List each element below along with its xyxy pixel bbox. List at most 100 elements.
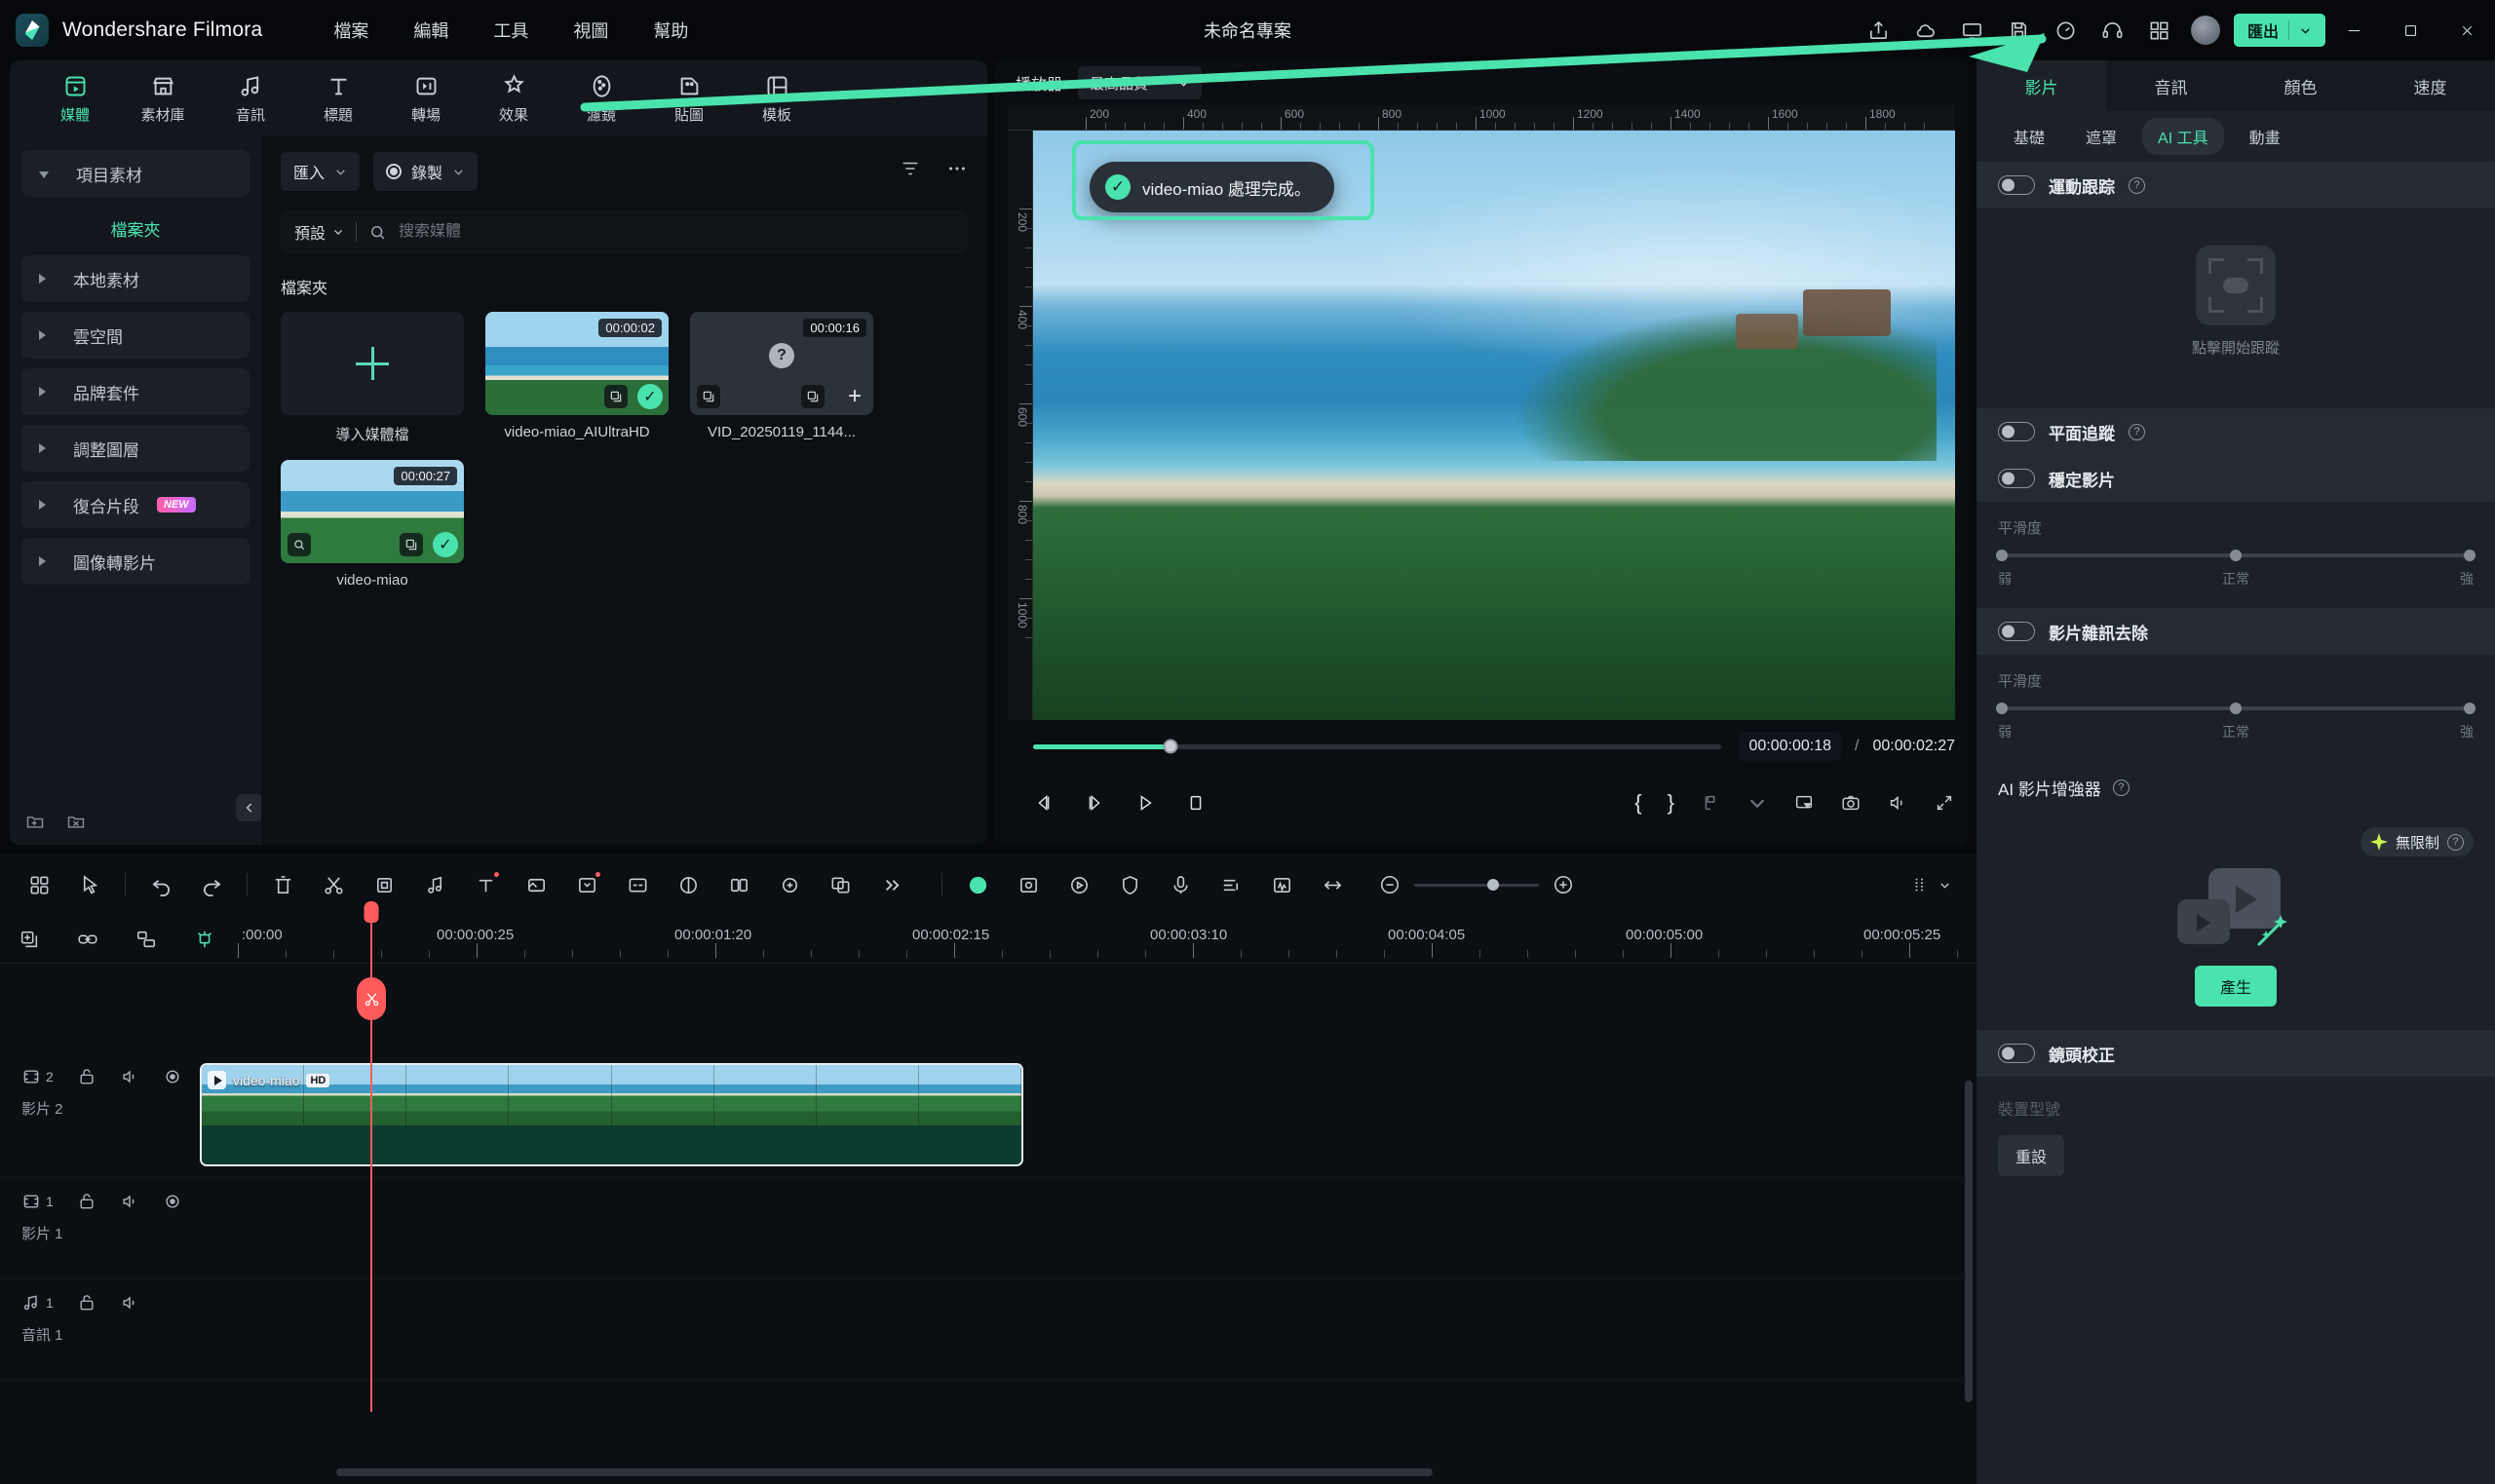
zoom-slider[interactable] bbox=[1414, 879, 1539, 891]
play-icon[interactable] bbox=[1134, 792, 1156, 814]
keyframe-icon[interactable] bbox=[561, 863, 612, 906]
track-body[interactable] bbox=[190, 1279, 1977, 1380]
media-thumbnail[interactable]: 00:00:27 ✓ bbox=[281, 460, 464, 563]
sidebar-item-project-media[interactable]: 項目素材 bbox=[21, 150, 250, 197]
snapshot-menu-icon[interactable] bbox=[1700, 792, 1721, 814]
undo-icon[interactable] bbox=[135, 863, 186, 906]
chevron-down-icon[interactable] bbox=[1746, 792, 1768, 814]
quality-dropdown[interactable]: 最高品質 bbox=[1078, 66, 1203, 99]
media-item[interactable]: 00:00:02 ✓ video-miao_AIUltraHD bbox=[485, 312, 669, 444]
mute-icon[interactable] bbox=[120, 1192, 139, 1211]
mix-icon[interactable] bbox=[764, 863, 815, 906]
mask-icon[interactable] bbox=[511, 863, 561, 906]
track-height-icon[interactable] bbox=[1911, 874, 1933, 895]
shield-icon[interactable] bbox=[1104, 863, 1155, 906]
stabilize-toggle[interactable] bbox=[1998, 469, 2035, 488]
timeline-vertical-scrollbar[interactable] bbox=[1965, 1081, 1973, 1402]
timeline-ruler[interactable]: :00:00 00:00:00:25 00:00:01:20 00:00:02:… bbox=[234, 915, 1977, 964]
chevron-down-icon[interactable] bbox=[1938, 879, 1951, 892]
sidebar-item-image-to-video[interactable]: 圖像轉影片 bbox=[21, 538, 250, 585]
more-icon[interactable] bbox=[865, 863, 916, 906]
timeline-clip[interactable]: video-miao HD bbox=[200, 1063, 1023, 1166]
add-to-timeline-icon[interactable]: + bbox=[842, 384, 867, 409]
playhead-handle[interactable] bbox=[364, 901, 379, 923]
record-icon[interactable] bbox=[952, 863, 1003, 906]
tab-video[interactable]: 影片 bbox=[1977, 60, 2106, 111]
mark-out-icon[interactable]: } bbox=[1668, 790, 1674, 816]
tab-sticker[interactable]: 貼圖 bbox=[645, 73, 733, 125]
group-icon[interactable] bbox=[117, 929, 175, 950]
volume-icon[interactable] bbox=[1887, 792, 1908, 814]
crop-icon[interactable] bbox=[359, 863, 409, 906]
export-button[interactable]: 匯出 bbox=[2233, 14, 2325, 47]
grid-icon[interactable] bbox=[2136, 9, 2183, 52]
subtab-basic[interactable]: 基礎 bbox=[1998, 118, 2060, 155]
cursor-icon[interactable] bbox=[64, 863, 115, 906]
marker-icon[interactable] bbox=[175, 929, 234, 950]
help-icon[interactable]: ? bbox=[2447, 833, 2464, 851]
tab-audio[interactable]: 音訊 bbox=[2106, 60, 2236, 111]
tab-effects[interactable]: 效果 bbox=[470, 73, 557, 125]
lock-icon[interactable] bbox=[77, 1293, 96, 1313]
copy-icon[interactable] bbox=[604, 385, 628, 408]
tab-filter[interactable]: 濾鏡 bbox=[557, 73, 645, 125]
tab-speed[interactable]: 速度 bbox=[2365, 60, 2495, 111]
track-body[interactable] bbox=[190, 1178, 1977, 1278]
subtab-ai-tools[interactable]: AI 工具 bbox=[2142, 118, 2224, 155]
reset-button[interactable]: 重設 bbox=[1998, 1135, 2065, 1176]
eye-icon[interactable] bbox=[163, 1192, 182, 1211]
tab-transition[interactable]: 轉場 bbox=[382, 73, 470, 125]
tab-stock[interactable]: 素材庫 bbox=[119, 73, 207, 125]
scrub-handle[interactable] bbox=[1163, 739, 1178, 754]
motion-tracking-toggle[interactable] bbox=[1998, 175, 2035, 195]
lens-correction-toggle[interactable] bbox=[1998, 1044, 2035, 1063]
smooth-slider[interactable] bbox=[1996, 703, 2476, 714]
generate-button[interactable]: 產生 bbox=[2194, 966, 2277, 1007]
mute-icon[interactable] bbox=[120, 1293, 139, 1313]
delete-icon[interactable] bbox=[257, 863, 308, 906]
menu-help[interactable]: 幫助 bbox=[631, 12, 710, 49]
audio-detach-icon[interactable] bbox=[409, 863, 460, 906]
speed-ramp-icon[interactable] bbox=[713, 863, 764, 906]
more-options-icon[interactable] bbox=[946, 158, 968, 179]
menu-file[interactable]: 檔案 bbox=[311, 12, 391, 49]
timeline-horizontal-scrollbar[interactable] bbox=[195, 1468, 1963, 1476]
media-thumbnail[interactable]: ? 00:00:16 + bbox=[690, 312, 873, 415]
help-icon[interactable]: ? bbox=[2129, 423, 2145, 440]
copy-icon[interactable] bbox=[697, 385, 720, 408]
save-icon[interactable] bbox=[1996, 9, 2043, 52]
text-icon[interactable] bbox=[460, 863, 511, 906]
screen-icon[interactable] bbox=[1949, 9, 1996, 52]
menu-edit[interactable]: 編輯 bbox=[391, 12, 471, 49]
mark-in-icon[interactable]: { bbox=[1634, 790, 1641, 816]
tab-media[interactable]: 媒體 bbox=[31, 73, 119, 125]
prev-frame-icon[interactable] bbox=[1033, 792, 1055, 814]
green-screen-icon[interactable] bbox=[1003, 863, 1054, 906]
motion-icon[interactable] bbox=[1054, 863, 1104, 906]
avatar[interactable] bbox=[2190, 16, 2220, 45]
list-icon[interactable] bbox=[1206, 863, 1256, 906]
sidebar-collapse-button[interactable] bbox=[236, 794, 263, 821]
stop-icon[interactable] bbox=[1185, 792, 1207, 814]
lock-icon[interactable] bbox=[77, 1067, 96, 1086]
tracking-placeholder[interactable]: 點擊開始跟蹤 bbox=[1998, 228, 2474, 387]
subtab-animation[interactable]: 動畫 bbox=[2234, 118, 2296, 155]
new-folder-icon[interactable] bbox=[25, 812, 45, 831]
help-icon[interactable]: ? bbox=[2112, 779, 2130, 796]
sort-filter-icon[interactable] bbox=[900, 158, 921, 179]
beat-icon[interactable] bbox=[1256, 863, 1307, 906]
smooth-slider[interactable] bbox=[1996, 550, 2476, 561]
preview-canvas[interactable]: ✓ video-miao 處理完成。 bbox=[1033, 131, 1955, 720]
tab-title[interactable]: 標題 bbox=[294, 73, 382, 125]
tab-template[interactable]: 模板 bbox=[733, 73, 821, 125]
auto-caption-icon[interactable] bbox=[612, 863, 663, 906]
headset-icon[interactable] bbox=[2090, 9, 2136, 52]
delete-folder-icon[interactable] bbox=[66, 812, 86, 831]
redo-icon[interactable] bbox=[186, 863, 237, 906]
playhead[interactable] bbox=[357, 901, 386, 1412]
window-close-button[interactable] bbox=[2438, 0, 2495, 60]
tab-color[interactable]: 顏色 bbox=[2236, 60, 2365, 111]
media-import-cell[interactable]: 導入媒體檔 bbox=[281, 312, 464, 444]
sidebar-item-adjustment-layer[interactable]: 調整圖層 bbox=[21, 425, 250, 472]
speed-icon[interactable] bbox=[2043, 9, 2090, 52]
